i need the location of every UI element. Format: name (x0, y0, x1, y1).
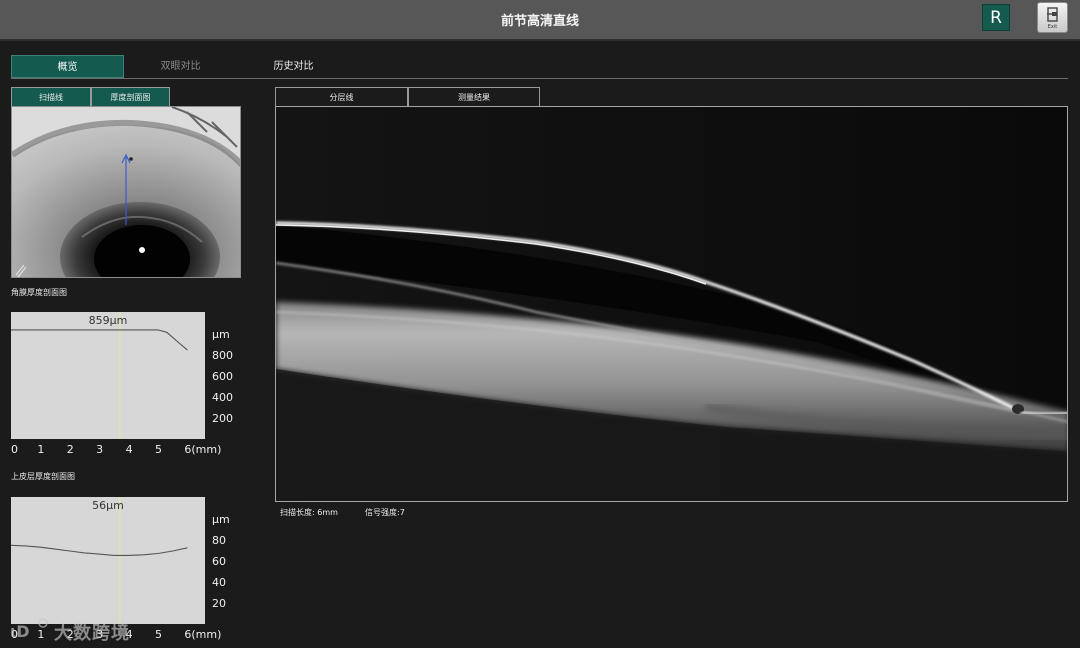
epithelium-unit-label: μm (212, 513, 230, 526)
page-title: 前节高清直线 (500, 14, 579, 29)
subtab-thickness-profile[interactable]: 厚度剖面图 (91, 87, 170, 107)
eye-photo[interactable] (11, 106, 241, 278)
epithelium-chart-title: 上皮层厚度剖面图 (11, 472, 75, 481)
y-tick-label: 200 (212, 412, 233, 425)
epithelium-readout: 56μm (92, 499, 124, 512)
x-tick-label: 3 (96, 443, 103, 456)
cornea-unit-label: μm (212, 328, 230, 341)
y-tick-label: 20 (212, 597, 226, 610)
tab-binocular-compare[interactable]: 双眼对比 (124, 55, 237, 78)
x-tick-label: 5 (155, 443, 162, 456)
y-tick-label: 400 (212, 391, 233, 404)
y-tick-label: 40 (212, 576, 226, 589)
x-tick-label: 0 (11, 443, 18, 456)
signal-strength-info: 信号强度:7 (365, 508, 405, 517)
x-tick-label: 5 (155, 628, 162, 641)
header-bar: 前节高清直线 R Exit (0, 0, 1080, 41)
eye-side-badge[interactable]: R (982, 4, 1010, 31)
watermark-text: 大数跨境 (54, 623, 130, 644)
x-tick-label: 2 (67, 443, 74, 456)
cornea-thickness-chart[interactable]: 859μm μm 800 600 400 200 0 1 2 3 4 5 6(mm) (0, 300, 260, 460)
watermark-logo: ιD 大数跨境 (10, 617, 150, 644)
exit-button[interactable]: Exit (1037, 2, 1068, 33)
subtab-measure-result[interactable]: 测量结果 (408, 87, 540, 107)
tab-history-compare[interactable]: 历史对比 (237, 55, 350, 78)
y-tick-label: 800 (212, 349, 233, 362)
exit-label: Exit (1047, 24, 1058, 30)
tab-divider (11, 78, 1068, 79)
oct-scan-image[interactable] (275, 106, 1068, 502)
subtab-layer-line[interactable]: 分层线 (275, 87, 408, 107)
exit-door-icon (1047, 7, 1058, 22)
x-tick-label: 6(mm) (184, 443, 221, 456)
cornea-readout: 859μm (89, 314, 128, 327)
y-tick-label: 80 (212, 534, 226, 547)
x-tick-label: 6(mm) (184, 628, 221, 641)
x-tick-label: 4 (126, 443, 133, 456)
y-tick-label: 600 (212, 370, 233, 383)
cornea-chart-title: 角膜厚度剖面图 (11, 288, 67, 297)
tab-overview[interactable]: 概览 (11, 55, 124, 78)
subtab-scan-line[interactable]: 扫描线 (11, 87, 91, 107)
svg-text:ιD: ιD (10, 622, 30, 641)
scan-length-info: 扫描长度: 6mm (280, 508, 338, 517)
x-tick-label: 1 (37, 443, 44, 456)
watermark-logo-icon: ιD (10, 618, 48, 641)
y-tick-label: 60 (212, 555, 226, 568)
